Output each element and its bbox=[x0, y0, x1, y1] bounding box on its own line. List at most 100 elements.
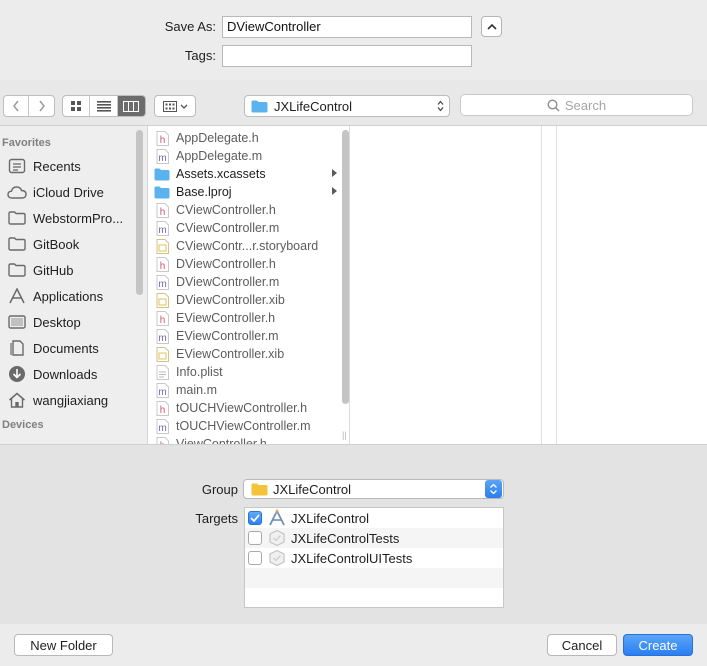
nav-segment bbox=[3, 95, 55, 117]
file-row[interactable]: h CViewController.h bbox=[148, 201, 349, 219]
file-row[interactable]: h ViewController.h bbox=[148, 435, 349, 444]
sidebar-item-label: Applications bbox=[33, 288, 104, 304]
folder-icon bbox=[7, 235, 27, 253]
tags-label: Tags: bbox=[184, 48, 216, 63]
sidebar-item[interactable]: WebstormPro... bbox=[0, 205, 147, 231]
applications-icon bbox=[7, 287, 27, 305]
recents-icon bbox=[7, 157, 27, 175]
create-button[interactable]: Create bbox=[623, 634, 693, 656]
forward-button[interactable] bbox=[29, 96, 54, 116]
file-row[interactable]: m tOUCHViewController.m bbox=[148, 417, 349, 435]
group-popup[interactable]: JXLifeControl bbox=[243, 479, 504, 499]
sidebar-item[interactable]: Applications bbox=[0, 283, 147, 309]
disclosure-arrow-icon bbox=[332, 187, 337, 195]
sidebar-list: Recents iCloud Drive WebstormPro... GitBook… bbox=[0, 153, 147, 413]
target-row: JXLifeControlUITests bbox=[245, 548, 503, 568]
svg-text:h: h bbox=[159, 135, 165, 146]
file-icon: m bbox=[154, 382, 170, 398]
list-view-button[interactable] bbox=[90, 96, 118, 116]
target-checkbox[interactable] bbox=[248, 511, 262, 525]
file-name: DViewController.xib bbox=[176, 293, 285, 307]
sidebar-item[interactable]: Documents bbox=[0, 335, 147, 361]
sidebar-item[interactable]: GitBook bbox=[0, 231, 147, 257]
file-name: CViewContr...r.storyboard bbox=[176, 239, 319, 253]
file-row[interactable]: h EViewController.h bbox=[148, 309, 349, 327]
sidebar: Favorites Recents iCloud Drive WebstormPro… bbox=[0, 126, 147, 444]
column-resize-handle[interactable]: || bbox=[342, 430, 348, 440]
sidebar-scrollbar[interactable] bbox=[136, 130, 143, 295]
file-row[interactable]: h AppDelegate.h bbox=[148, 129, 349, 147]
file-row[interactable]: m main.m bbox=[148, 381, 349, 399]
grid-icon bbox=[71, 101, 82, 111]
downloads-icon bbox=[7, 365, 27, 383]
file-row[interactable]: EViewController.xib bbox=[148, 345, 349, 363]
file-row[interactable]: m DViewController.m bbox=[148, 273, 349, 291]
target-checkbox[interactable] bbox=[248, 551, 262, 565]
file-name: main.m bbox=[176, 383, 217, 397]
arrange-icon bbox=[162, 100, 177, 112]
file-name: Base.lproj bbox=[176, 185, 232, 199]
file-row[interactable]: m EViewController.m bbox=[148, 327, 349, 345]
file-row[interactable]: Assets.xcassets bbox=[148, 165, 349, 183]
back-button[interactable] bbox=[4, 96, 30, 116]
group-stepper bbox=[485, 480, 502, 498]
updown-icon bbox=[437, 100, 444, 112]
sidebar-item-label: Downloads bbox=[33, 366, 98, 382]
svg-text:m: m bbox=[158, 423, 166, 434]
new-folder-button[interactable]: New Folder bbox=[14, 634, 113, 656]
chevron-down-icon bbox=[180, 104, 187, 109]
sidebar-item[interactable]: GitHub bbox=[0, 257, 147, 283]
file-name: ViewController.h bbox=[176, 437, 267, 444]
file-row[interactable]: Info.plist bbox=[148, 363, 349, 381]
file-icon: m bbox=[154, 220, 170, 236]
test-target-icon bbox=[268, 529, 286, 547]
target-checkbox[interactable] bbox=[248, 531, 262, 545]
test-target-icon bbox=[268, 549, 286, 567]
file-row[interactable]: h tOUCHViewController.h bbox=[148, 399, 349, 417]
file-row[interactable]: m CViewController.m bbox=[148, 219, 349, 237]
list-icon bbox=[96, 100, 111, 112]
svg-text:h: h bbox=[159, 405, 165, 416]
location-popup[interactable]: JXLifeControl bbox=[244, 95, 450, 117]
icon-view-button[interactable] bbox=[63, 96, 91, 116]
file-row[interactable]: m AppDelegate.m bbox=[148, 147, 349, 165]
file-icon: m bbox=[154, 418, 170, 434]
targets-label: Targets bbox=[195, 511, 238, 526]
sidebar-item[interactable]: wangjiaxiang bbox=[0, 387, 147, 413]
sidebar-item[interactable]: Desktop bbox=[0, 309, 147, 335]
file-column: h AppDelegate.h m AppDelegate.m Assets.xcass… bbox=[147, 126, 349, 444]
file-icon: h bbox=[154, 400, 170, 416]
empty-column-divider bbox=[541, 126, 556, 444]
file-name: EViewController.m bbox=[176, 329, 279, 343]
file-row[interactable]: CViewContr...r.storyboard bbox=[148, 237, 349, 255]
sidebar-item-label: Recents bbox=[33, 158, 81, 174]
save-as-field[interactable]: DViewController bbox=[222, 16, 472, 38]
sidebar-item[interactable]: Downloads bbox=[0, 361, 147, 387]
save-as-label: Save As: bbox=[164, 19, 216, 34]
file-name: DViewController.h bbox=[176, 257, 276, 271]
cancel-button[interactable]: Cancel bbox=[547, 634, 617, 656]
tags-field[interactable] bbox=[222, 45, 472, 67]
file-row[interactable]: DViewController.xib bbox=[148, 291, 349, 309]
chevron-down-icon bbox=[490, 490, 497, 494]
file-icon: h bbox=[154, 436, 170, 444]
search-icon bbox=[547, 98, 560, 112]
column-view-button[interactable] bbox=[117, 96, 145, 116]
search-field[interactable]: Search bbox=[460, 94, 693, 116]
file-column-scrollbar[interactable] bbox=[342, 130, 349, 404]
folder-icon bbox=[7, 261, 27, 279]
file-icon: m bbox=[154, 328, 170, 344]
sidebar-item[interactable]: Recents bbox=[0, 153, 147, 179]
collapse-button[interactable] bbox=[481, 16, 502, 37]
empty-row bbox=[245, 568, 503, 588]
file-row[interactable]: h DViewController.h bbox=[148, 255, 349, 273]
preview-column bbox=[556, 126, 707, 444]
file-name: DViewController.m bbox=[176, 275, 280, 289]
file-row[interactable]: Base.lproj bbox=[148, 183, 349, 201]
sidebar-item-label: Desktop bbox=[33, 314, 81, 330]
sidebar-item[interactable]: iCloud Drive bbox=[0, 179, 147, 205]
group-label: Group bbox=[201, 482, 238, 497]
disclosure-arrow-icon bbox=[332, 169, 337, 177]
arrange-menu[interactable] bbox=[154, 95, 196, 117]
targets-list: JXLifeControl JXLifeControlTests JXLifeCon… bbox=[244, 507, 504, 608]
